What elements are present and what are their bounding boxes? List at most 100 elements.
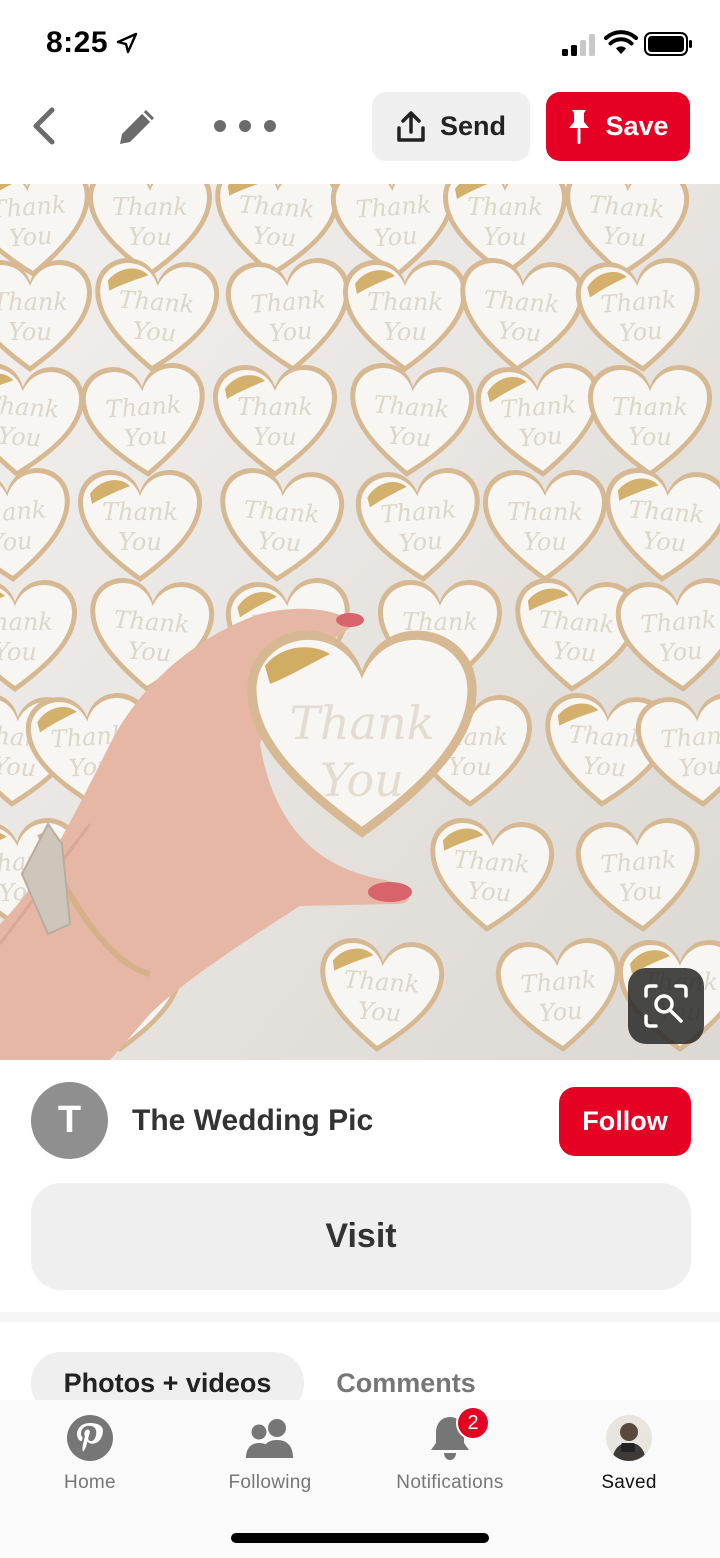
- profile-avatar: [606, 1415, 652, 1461]
- svg-text:Thank: Thank: [507, 498, 583, 526]
- svg-text:Thank: Thank: [520, 965, 598, 998]
- svg-text:You: You: [268, 316, 314, 347]
- svg-text:Thank: Thank: [453, 845, 531, 878]
- svg-text:Thank: Thank: [483, 285, 561, 318]
- pinterest-logo-icon: [67, 1415, 113, 1461]
- svg-text:You: You: [497, 316, 543, 347]
- nav-saved[interactable]: Saved: [549, 1410, 709, 1510]
- location-arrow-icon: [116, 32, 138, 54]
- svg-text:You: You: [0, 638, 37, 666]
- svg-text:You: You: [132, 316, 178, 347]
- svg-text:Thank: Thank: [243, 495, 321, 528]
- notification-badge: 2: [456, 1406, 490, 1440]
- save-label: Save: [605, 111, 669, 141]
- svg-text:You: You: [678, 751, 720, 782]
- back-button[interactable]: [22, 104, 66, 148]
- svg-text:You: You: [602, 221, 648, 252]
- ellipsis-icon-dot: [264, 120, 276, 132]
- svg-text:You: You: [552, 636, 598, 667]
- creator-avatar[interactable]: T: [31, 1082, 108, 1159]
- svg-text:Thank: Thank: [538, 605, 616, 638]
- svg-text:You: You: [448, 753, 492, 781]
- svg-text:You: You: [538, 996, 584, 1027]
- big-cookie-text-line1: Thank: [289, 696, 434, 750]
- svg-text:Thank: Thank: [467, 193, 543, 221]
- svg-text:You: You: [8, 318, 52, 346]
- svg-text:Thank: Thank: [588, 190, 666, 223]
- chevron-left-icon: [33, 107, 55, 145]
- svg-text:You: You: [387, 421, 433, 452]
- svg-text:You: You: [628, 423, 672, 451]
- creator-row: T The Wedding Pic Follow: [0, 1060, 720, 1182]
- svg-text:Thank: Thank: [113, 605, 191, 638]
- nav-following[interactable]: Following: [190, 1410, 350, 1510]
- signal-icon: [562, 34, 595, 56]
- svg-text:You: You: [0, 421, 42, 452]
- home-indicator: [231, 1533, 489, 1543]
- svg-text:Thank: Thank: [367, 288, 443, 316]
- big-cookie-text-line2: You: [320, 753, 404, 807]
- svg-text:Thank: Thank: [612, 393, 688, 421]
- nav-notifications[interactable]: 2 Notifications: [370, 1406, 530, 1510]
- svg-text:You: You: [582, 751, 628, 782]
- svg-text:Thank: Thank: [118, 285, 196, 318]
- svg-text:Thank: Thank: [250, 285, 328, 318]
- svg-text:You: You: [467, 876, 513, 907]
- visit-button[interactable]: Visit: [31, 1183, 691, 1290]
- visual-search-button[interactable]: [628, 968, 704, 1044]
- svg-text:You: You: [618, 316, 664, 347]
- svg-text:Thank: Thank: [628, 495, 706, 528]
- save-button[interactable]: Save: [546, 92, 690, 161]
- svg-text:You: You: [127, 636, 173, 667]
- visual-search-icon: [644, 984, 688, 1028]
- ellipsis-icon-dot: [214, 120, 226, 132]
- battery-icon: [644, 32, 692, 56]
- svg-text:Thank: Thank: [343, 965, 421, 998]
- svg-text:You: You: [8, 221, 54, 252]
- follow-button[interactable]: Follow: [559, 1087, 691, 1156]
- svg-text:You: You: [123, 421, 169, 452]
- svg-text:Thank: Thank: [355, 190, 433, 223]
- edit-button[interactable]: [112, 102, 162, 152]
- svg-text:You: You: [523, 528, 567, 556]
- cookies-photo: ThankYouThankYouThankYouThankYouThankYou…: [0, 184, 720, 1060]
- wifi-icon: [604, 30, 638, 54]
- svg-text:Thank: Thank: [0, 608, 53, 636]
- share-upload-icon: [397, 110, 425, 142]
- svg-text:You: You: [658, 636, 704, 667]
- pin-image[interactable]: Thank You Thank You Thank You Thank You Thank You…: [0, 184, 720, 1060]
- svg-text:You: You: [357, 996, 403, 1027]
- svg-text:You: You: [0, 751, 37, 782]
- svg-text:You: You: [642, 526, 688, 557]
- svg-text:You: You: [253, 423, 297, 451]
- svg-text:Thank: Thank: [0, 495, 47, 528]
- svg-text:Thank: Thank: [238, 190, 316, 223]
- send-label: Send: [439, 111, 506, 141]
- content-tabs: Photos + videos Comments: [0, 1340, 720, 1414]
- nav-home-label: Home: [64, 1472, 116, 1493]
- svg-text:You: You: [483, 223, 527, 251]
- svg-text:Thank: Thank: [237, 393, 313, 421]
- creator-name[interactable]: The Wedding Pic: [132, 1104, 373, 1138]
- svg-text:Thank: Thank: [600, 845, 678, 878]
- pushpin-icon: [569, 109, 590, 144]
- nav-following-label: Following: [228, 1472, 312, 1493]
- svg-text:Thank: Thank: [0, 390, 60, 423]
- svg-text:You: You: [618, 876, 664, 907]
- svg-text:You: You: [373, 221, 419, 252]
- svg-text:You: You: [398, 526, 444, 557]
- pin-toolbar: Send Save: [0, 88, 720, 184]
- svg-text:Thank: Thank: [380, 495, 458, 528]
- svg-text:Thank: Thank: [568, 720, 646, 753]
- section-divider: [0, 1312, 720, 1322]
- send-button[interactable]: Send: [372, 92, 530, 161]
- svg-text:You: You: [128, 223, 172, 251]
- nav-home[interactable]: Home: [10, 1410, 170, 1510]
- svg-text:Thank: Thank: [105, 390, 183, 423]
- svg-text:Thank: Thank: [640, 605, 718, 638]
- nav-saved-label: Saved: [601, 1472, 657, 1493]
- more-options-button[interactable]: [214, 110, 276, 142]
- svg-text:You: You: [118, 528, 162, 556]
- svg-text:Thank: Thank: [112, 193, 188, 221]
- ellipsis-icon-dot: [239, 120, 251, 132]
